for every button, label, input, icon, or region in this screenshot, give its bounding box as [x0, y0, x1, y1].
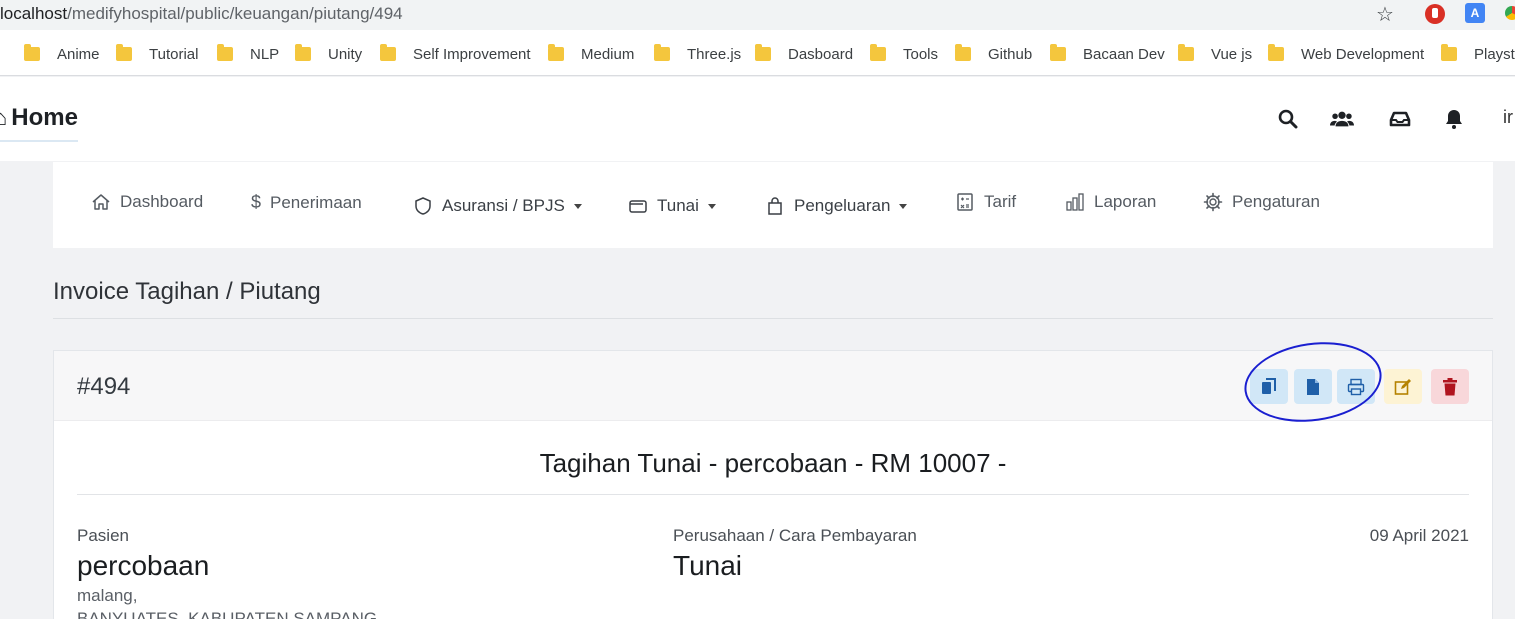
menu-item-pengeluaran[interactable]: Pengeluaran: [765, 196, 908, 216]
menu-item-tarif[interactable]: Tarif: [955, 192, 1016, 212]
bookmark-item[interactable]: Github: [955, 44, 1032, 63]
home-icon: ⌂: [0, 105, 8, 130]
translate-extension-icon[interactable]: A: [1465, 3, 1485, 23]
bookmark-star-icon[interactable]: ☆: [1376, 2, 1394, 27]
company-value: Tunai: [673, 550, 743, 581]
divider: [53, 318, 1493, 319]
patient-city: malang,: [77, 586, 138, 605]
copy-icon: [1262, 377, 1276, 394]
home-icon: [92, 194, 110, 210]
invoice-title: Tagihan Tunai - percobaan - RM 10007 -: [539, 448, 1007, 478]
extension-icon[interactable]: [1505, 6, 1515, 20]
folder-icon: [1441, 44, 1457, 61]
bar-chart-icon: [1066, 193, 1084, 211]
delete-button[interactable]: [1431, 369, 1469, 404]
menu-item-laporan[interactable]: Laporan: [1065, 192, 1156, 212]
bookmark-item[interactable]: Tools: [870, 44, 938, 63]
bookmark-item[interactable]: Web Development: [1268, 44, 1424, 63]
print-icon: [1347, 378, 1365, 395]
print-button[interactable]: [1337, 369, 1375, 404]
folder-icon: [217, 44, 233, 61]
folder-icon: [116, 44, 132, 61]
folder-icon: [654, 44, 670, 61]
folder-icon: [955, 44, 971, 61]
chevron-down-icon: [899, 203, 908, 209]
adblock-extension-icon[interactable]: [1425, 4, 1445, 24]
folder-icon: [24, 44, 40, 61]
folder-icon: [380, 44, 396, 61]
bookmark-item[interactable]: NLP: [217, 44, 279, 63]
patient-label: Pasien: [77, 526, 129, 545]
divider: [77, 494, 1469, 495]
folder-icon: [295, 44, 311, 61]
main-menu: Dashboard $ Penerimaan Asuransi / BPJS T…: [53, 162, 1493, 248]
url-path: /medifyhospital/public/keuangan/piutang/…: [67, 4, 403, 23]
patient-name: percobaan: [77, 550, 210, 581]
bookmark-item[interactable]: Medium: [548, 44, 634, 63]
invoice-card-header: #494: [54, 333, 1492, 431]
folder-icon: [548, 44, 564, 61]
invoice-number: #494: [77, 373, 131, 400]
url-text[interactable]: localhost/medifyhospital/public/keuangan…: [0, 4, 403, 24]
bell-icon[interactable]: [1442, 107, 1466, 131]
browser-url-bar[interactable]: localhost/medifyhospital/public/keuangan…: [0, 0, 1515, 30]
folder-icon: [755, 44, 771, 61]
page-title: Invoice Tagihan / Piutang: [53, 278, 321, 305]
copy-button[interactable]: [1250, 369, 1288, 404]
home-link[interactable]: ⌂ Home: [0, 104, 78, 142]
trash-icon: [1443, 377, 1457, 395]
brand-label: Home: [11, 104, 78, 131]
bag-icon: [768, 197, 782, 215]
users-icon[interactable]: [1330, 107, 1354, 131]
bookmark-item[interactable]: Dasboard: [755, 44, 853, 63]
menu-item-penerimaan[interactable]: $ Penerimaan: [251, 192, 362, 213]
company-label: Perusahaan / Cara Pembayaran: [673, 526, 917, 545]
shield-icon: [415, 197, 431, 215]
dollar-icon: $: [251, 192, 262, 212]
url-host: localhost: [0, 4, 68, 23]
document-button[interactable]: [1294, 369, 1332, 404]
menu-item-pengaturan[interactable]: Pengaturan: [1203, 192, 1320, 212]
search-icon[interactable]: [1276, 107, 1300, 131]
menu-item-dashboard[interactable]: Dashboard: [91, 192, 203, 212]
inbox-icon[interactable]: [1388, 107, 1412, 131]
folder-icon: [1050, 44, 1066, 61]
wallet-icon: [629, 200, 647, 213]
bookmark-item[interactable]: Playsto: [1441, 44, 1515, 63]
invoice-date: 09 April 2021: [1369, 526, 1469, 545]
menu-item-tunai[interactable]: Tunai: [628, 196, 716, 216]
invoice-card: #494 Tagihan Tunai - percobaan - RM 1000…: [53, 333, 1493, 619]
chevron-down-icon: [707, 203, 716, 209]
chevron-down-icon: [573, 203, 582, 209]
menu-item-asuransi[interactable]: Asuransi / BPJS: [413, 196, 582, 216]
bookmark-item[interactable]: Three.js: [654, 44, 741, 63]
bookmark-item[interactable]: Bacaan Dev: [1050, 44, 1165, 63]
gear-icon: [1203, 192, 1223, 212]
bookmark-item[interactable]: Vue js: [1178, 44, 1252, 63]
calculator-icon: [957, 193, 973, 211]
folder-icon: [1268, 44, 1284, 61]
folder-icon: [1178, 44, 1194, 61]
bookmark-item[interactable]: Tutorial: [116, 44, 198, 63]
file-icon: [1307, 378, 1319, 395]
bookmark-item[interactable]: Unity: [295, 44, 362, 63]
user-menu[interactable]: ir: [1503, 107, 1513, 128]
folder-icon: [870, 44, 886, 61]
bookmark-item[interactable]: Anime: [24, 44, 100, 63]
edit-button[interactable]: [1384, 369, 1422, 404]
app-navbar: ⌂ Home ir: [0, 77, 1515, 161]
bookmarks-bar: Anime Tutorial NLP Unity Self Improvemen…: [0, 30, 1515, 76]
edit-icon: [1394, 378, 1411, 395]
patient-address: BANYUATES, KABUPATEN SAMPANG: [77, 609, 378, 619]
bookmark-item[interactable]: Self Improvement: [380, 44, 531, 63]
